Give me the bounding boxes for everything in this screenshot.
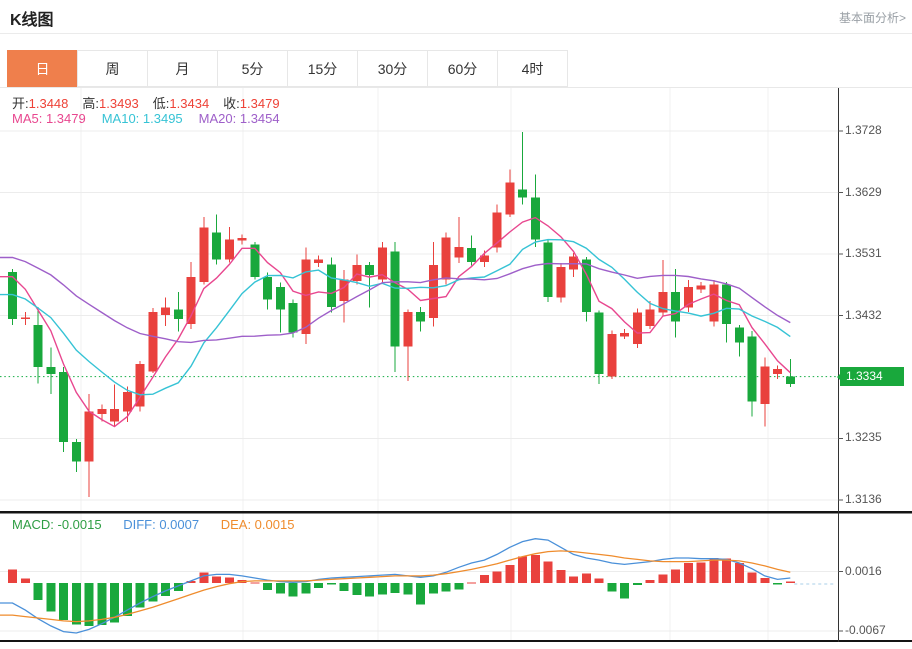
ohlc-item-value: 1.3434: [169, 96, 210, 111]
macd-axis-label: -0.0067: [845, 622, 886, 637]
ohlc-item-label: 开:: [12, 96, 29, 111]
ohlc-item-value: 1.3479: [239, 96, 280, 111]
panel-separator: [0, 511, 912, 514]
ohlc-item: 高:1.3493: [82, 96, 138, 111]
price-axis-label: 1.3629: [845, 184, 882, 199]
grid-lines: [0, 88, 838, 640]
price-axis-label: 1.3432: [845, 307, 882, 322]
ohlc-item: 收:1.3479: [223, 96, 279, 111]
ohlc-item: 低:1.3434: [153, 96, 209, 111]
macd-axis-label: 0.0016: [845, 563, 882, 578]
price-axis-label: 1.3531: [845, 245, 882, 260]
dea-value-label: DEA: 0.0015: [220, 517, 295, 532]
ma-legend-item: MA20: 1.3454: [198, 111, 280, 126]
price-axis-label: 1.3235: [845, 430, 882, 445]
ohlc-item-label: 收:: [223, 96, 240, 111]
ohlc-item: 开:1.3448: [12, 96, 68, 111]
ma-legend-item: MA10: 1.3495: [101, 111, 183, 126]
kline-page: K线图 基本面分析> 日周月 5分 15分 30分 60分 4时 开:1.3448 高:1.…: [0, 0, 912, 649]
macd-value-label: MACD: -0.0015: [12, 517, 102, 532]
bottom-frame: [0, 640, 912, 642]
candles-group: [8, 132, 795, 497]
ohlc-item-label: 低:: [152, 96, 170, 111]
price-axis-label: 1.3728: [845, 123, 882, 137]
ohlc-item-value: 1.3448: [28, 96, 69, 111]
price-axis-label: 1.3136: [845, 492, 882, 506]
ohlc-legend: 开:1.3448 高:1.3493 低:1.3434 收:1.3479: [12, 93, 294, 112]
current-price-badge: 1.3334: [837, 367, 904, 387]
ma-legend-item: MA5: 1.3479: [12, 111, 86, 126]
ohlc-item-label: 高:: [82, 96, 100, 111]
ma-legend: MA5: 1.3479 MA10: 1.3495 MA20: 1.3454: [12, 111, 296, 126]
ohlc-item-value: 1.3493: [99, 96, 139, 111]
diff-value-label: DIFF: 0.0007: [123, 517, 200, 532]
macd-legend: MACD: -0.0015 DIFF: 0.0007 DEA: 0.0015: [12, 517, 312, 532]
